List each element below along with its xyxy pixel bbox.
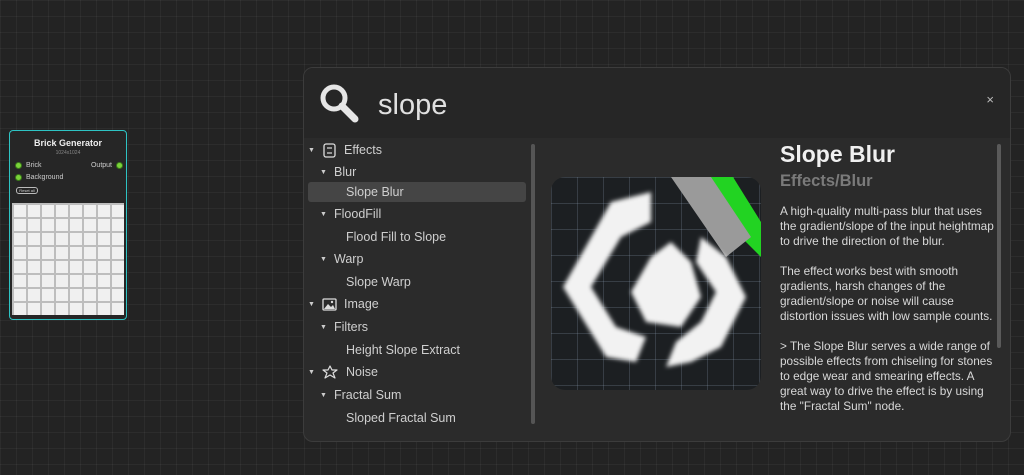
category-image[interactable]: ▼ Image bbox=[308, 294, 379, 314]
group-floodfill[interactable]: ▼ FloodFill bbox=[320, 204, 381, 224]
detail-title: Slope Blur bbox=[780, 141, 896, 167]
node-input-label: Background bbox=[26, 174, 64, 181]
result-flood-fill-to-slope[interactable]: Flood Fill to Slope bbox=[346, 227, 446, 247]
caret-down-icon[interactable]: ▼ bbox=[308, 301, 322, 308]
group-label: Warp bbox=[334, 252, 364, 266]
category-noise[interactable]: ▼ Noise bbox=[308, 362, 378, 382]
caret-down-icon[interactable]: ▼ bbox=[308, 147, 322, 154]
detail-description: A high-quality multi-pass blur that uses… bbox=[780, 204, 995, 430]
effects-icon bbox=[322, 142, 337, 158]
brick-generator-node[interactable]: Brick Generator 1024x1024 Brick Output B… bbox=[9, 130, 127, 320]
group-fractal-sum[interactable]: ▼ Fractal Sum bbox=[320, 385, 401, 405]
node-preview-image bbox=[551, 177, 761, 390]
group-label: FloodFill bbox=[334, 207, 382, 221]
search-input[interactable] bbox=[376, 82, 940, 128]
category-label: Effects bbox=[344, 143, 382, 157]
category-effects[interactable]: ▼ Effects bbox=[308, 140, 382, 160]
result-slope-blur[interactable]: Slope Blur bbox=[308, 182, 526, 202]
group-warp[interactable]: ▼ Warp bbox=[320, 249, 363, 269]
group-label: Fractal Sum bbox=[334, 388, 402, 402]
close-icon[interactable]: × bbox=[986, 92, 994, 107]
node-search-panel: × ▼ Effects ▼ Blur Slope Blur ▼ FloodFil… bbox=[303, 67, 1011, 442]
description-paragraph: A high-quality multi-pass blur that uses… bbox=[780, 204, 994, 248]
caret-down-icon[interactable]: ▼ bbox=[320, 211, 334, 218]
node-preview-bricks bbox=[12, 203, 124, 315]
description-paragraph: > The Slope Blur serves a wide range of … bbox=[780, 339, 993, 413]
detail-category-path: Effects/Blur bbox=[780, 172, 873, 190]
caret-down-icon[interactable]: ▼ bbox=[320, 392, 334, 399]
caret-down-icon[interactable]: ▼ bbox=[320, 169, 334, 176]
node-output[interactable]: Output bbox=[91, 162, 123, 169]
result-sloped-fractal-sum[interactable]: Sloped Fractal Sum bbox=[346, 408, 456, 428]
group-label: Blur bbox=[334, 165, 357, 179]
group-label: Filters bbox=[334, 320, 369, 334]
detail-scrollbar[interactable] bbox=[997, 144, 1001, 348]
result-label: Slope Warp bbox=[346, 275, 411, 289]
caret-down-icon[interactable]: ▼ bbox=[320, 256, 334, 263]
results-list: ▼ Effects ▼ Blur Slope Blur ▼ FloodFill … bbox=[304, 140, 536, 440]
category-label: Image bbox=[344, 297, 379, 311]
description-paragraph: The effect works best with smooth gradie… bbox=[780, 264, 993, 323]
result-label: Height Slope Extract bbox=[346, 343, 460, 357]
category-label: Noise bbox=[346, 365, 378, 379]
caret-down-icon[interactable]: ▼ bbox=[308, 369, 322, 376]
input-pin-icon[interactable] bbox=[15, 162, 22, 169]
result-label: Slope Blur bbox=[346, 185, 404, 199]
output-pin-icon[interactable] bbox=[116, 162, 123, 169]
caret-down-icon[interactable]: ▼ bbox=[320, 324, 334, 331]
group-blur[interactable]: ▼ Blur bbox=[320, 162, 356, 182]
result-label: Flood Fill to Slope bbox=[346, 230, 447, 244]
node-subtitle: 1024x1024 bbox=[55, 150, 81, 156]
group-filters[interactable]: ▼ Filters bbox=[320, 317, 368, 337]
node-input-brick[interactable]: Brick bbox=[15, 162, 42, 169]
search-icon bbox=[318, 82, 360, 129]
node-input-background[interactable]: Background bbox=[15, 174, 63, 181]
node-title: Brick Generator bbox=[33, 138, 103, 148]
node-output-label: Output bbox=[90, 162, 112, 169]
result-label: Sloped Fractal Sum bbox=[346, 411, 456, 425]
image-icon bbox=[322, 297, 337, 312]
input-pin-icon[interactable] bbox=[15, 174, 22, 181]
results-scrollbar[interactable] bbox=[531, 144, 535, 424]
result-height-slope-extract[interactable]: Height Slope Extract bbox=[346, 340, 460, 360]
result-slope-warp[interactable]: Slope Warp bbox=[346, 272, 411, 292]
reset-all-button[interactable]: Reset all bbox=[16, 187, 38, 194]
search-bar: × bbox=[304, 68, 1010, 138]
noise-icon bbox=[322, 364, 339, 380]
node-input-label: Brick bbox=[26, 162, 42, 169]
